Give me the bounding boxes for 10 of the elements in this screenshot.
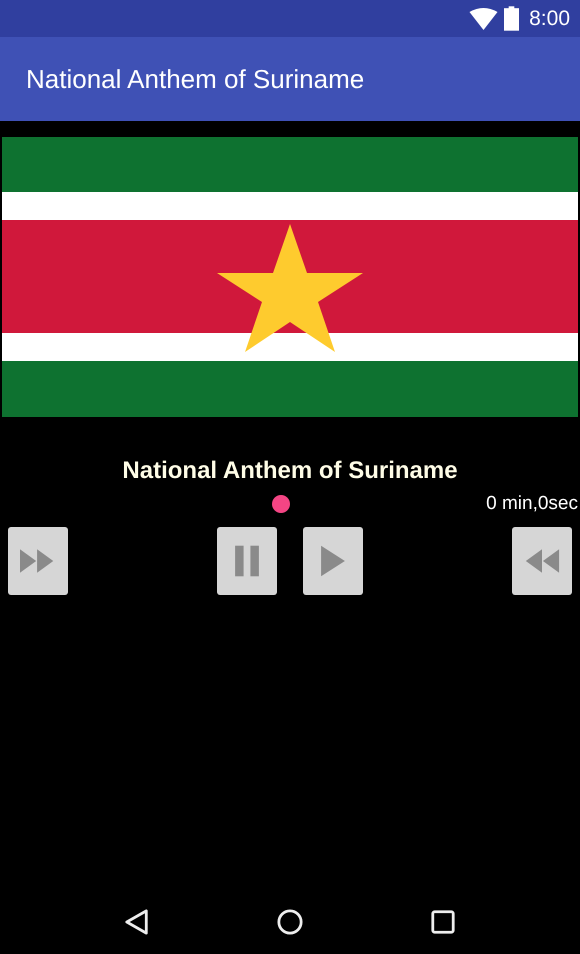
home-icon[interactable] <box>276 909 303 935</box>
recents-icon[interactable] <box>430 909 456 935</box>
seek-thumb[interactable] <box>272 495 290 513</box>
status-time: 8:00 <box>529 6 570 30</box>
elapsed-time: 0 min,0sec <box>486 493 578 515</box>
track-title: National Anthem of Suriname <box>121 457 459 485</box>
back-icon[interactable] <box>124 909 150 935</box>
wifi-icon <box>469 8 498 30</box>
app-title: National Anthem of Suriname <box>26 64 364 94</box>
battery-icon <box>504 6 520 31</box>
